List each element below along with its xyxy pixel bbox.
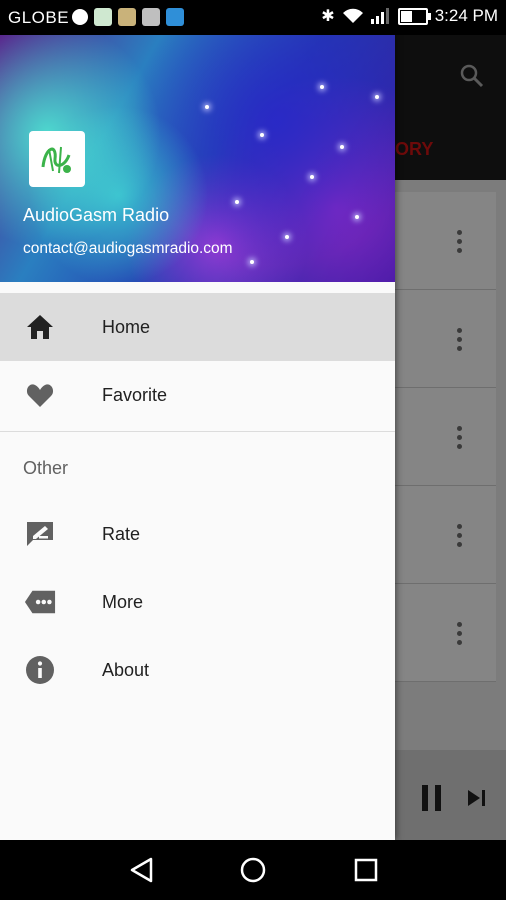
menu-item-label: Rate (102, 523, 141, 544)
menu-item-label: Favorite (102, 384, 168, 405)
overflow-menu-icon (457, 524, 463, 551)
background-tab-label: ORY (395, 139, 434, 159)
clock: 3:24 PM (434, 6, 498, 25)
message-notification-icon (166, 8, 184, 26)
menu-item-label: Home (102, 316, 151, 337)
section-title: Other (0, 432, 395, 500)
home-icon (24, 311, 56, 343)
more-icon (24, 586, 56, 618)
heart-icon (24, 379, 56, 411)
background-list-item (395, 584, 496, 682)
background-player-bar (395, 750, 506, 840)
menu-item-home[interactable]: Home (0, 293, 395, 361)
navigation-drawer: AudioGasm Radio contact@audiogasmradio.c… (0, 35, 395, 840)
home-button[interactable] (238, 855, 268, 885)
search-icon (460, 64, 484, 88)
skip-next-icon (468, 790, 485, 806)
back-button[interactable] (127, 855, 157, 885)
menu-item-label: More (102, 591, 144, 612)
pause-icon (422, 785, 441, 811)
carrier-name: GLOBE (8, 8, 70, 27)
background-list-item (395, 290, 496, 388)
drawer-menu: Home Favorite Other Rate More About (0, 293, 395, 704)
image-notification-icon (142, 8, 160, 26)
overflow-menu-icon (457, 426, 463, 453)
menu-item-favorite[interactable]: Favorite (0, 361, 395, 429)
app-logo (29, 131, 85, 187)
audiogasm-logo-icon (41, 146, 71, 174)
app-notification-icon (94, 8, 112, 26)
info-icon (24, 654, 56, 686)
menu-item-more[interactable]: More (0, 568, 395, 636)
wifi-icon (342, 8, 363, 23)
bluetooth-icon: ✱ (321, 8, 335, 25)
drawer-header: AudioGasm Radio contact@audiogasmradio.c… (0, 35, 395, 282)
background-list-item (395, 486, 496, 584)
contact-email: contact@audiogasmradio.com (23, 240, 233, 257)
notification-icons (72, 8, 184, 26)
signal-icon (370, 8, 389, 24)
menu-item-label: About (102, 659, 150, 680)
google-icon (72, 9, 88, 25)
app-name: AudioGasm Radio (23, 205, 170, 225)
recents-button[interactable] (351, 855, 381, 885)
overflow-menu-icon (457, 622, 463, 649)
menu-item-about[interactable]: About (0, 636, 395, 704)
system-navigation-bar (0, 840, 506, 900)
menu-item-rate[interactable]: Rate (0, 500, 395, 568)
background-app: ORY (395, 35, 506, 840)
status-bar: GLOBE ✱ 3:24 PM (0, 0, 506, 35)
photo-notification-icon (118, 8, 136, 26)
background-list-item (395, 192, 496, 290)
overflow-menu-icon (457, 230, 463, 257)
overflow-menu-icon (457, 328, 463, 355)
background-list-item (395, 388, 496, 486)
battery-icon (397, 7, 431, 25)
background-toolbar: ORY (395, 35, 506, 180)
rate-icon (24, 518, 56, 550)
section-title-text: Other (23, 458, 69, 478)
